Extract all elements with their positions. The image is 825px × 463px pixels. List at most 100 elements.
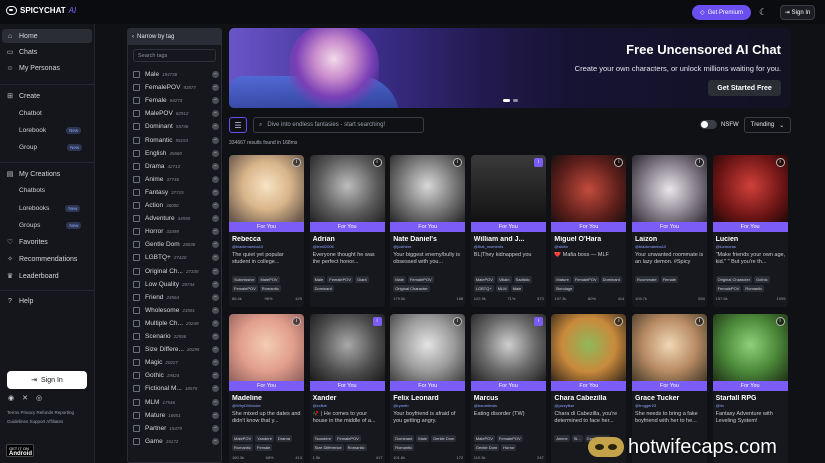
exclude-tag-icon[interactable]: −: [212, 385, 219, 393]
get-started-button[interactable]: Get Started Free: [708, 80, 781, 96]
tag-item[interactable]: Partner 15479 −: [133, 423, 219, 434]
card-tag[interactable]: FemalePOV: [572, 276, 599, 283]
exclude-tag-icon[interactable]: −: [212, 228, 219, 236]
tag-item[interactable]: Gentle Dom 28036 −: [133, 239, 219, 250]
creator-handle[interactable]: @justhere: [393, 244, 411, 249]
tag-item[interactable]: Adventure 34590 −: [133, 213, 219, 224]
tag-checkbox[interactable]: [133, 267, 140, 275]
info-icon[interactable]: i: [695, 158, 704, 167]
character-avatar[interactable]: [229, 155, 304, 232]
tag-checkbox[interactable]: [133, 215, 140, 223]
exclude-tag-icon[interactable]: −: [212, 202, 219, 209]
tag-item[interactable]: Fictional M... 18575 −: [133, 383, 219, 394]
exclude-tag-icon[interactable]: −: [212, 411, 219, 419]
carousel-dot[interactable]: [503, 99, 510, 102]
brand-logo[interactable]: SPICYCHAT AI: [6, 6, 76, 15]
info-icon[interactable]: i: [533, 317, 543, 326]
get-premium-button[interactable]: ◇ Get Premium: [692, 5, 751, 20]
card-tag[interactable]: MLM: [495, 285, 509, 292]
card-tag[interactable]: Romantic: [259, 285, 281, 292]
card-tag[interactable]: Romantic: [232, 444, 253, 451]
tag-item[interactable]: Mature 16651 −: [133, 410, 219, 421]
tag-item[interactable]: Size Differe... 20295 −: [133, 344, 219, 355]
tag-checkbox[interactable]: [133, 333, 140, 340]
creator-handle[interactable]: @lucmoras: [716, 244, 736, 249]
card-tag[interactable]: Gentle Dom: [430, 435, 457, 442]
card-tag[interactable]: FemalePOV: [715, 285, 742, 292]
creator-handle[interactable]: @blackmamba10: [635, 244, 666, 249]
character-card[interactable]: For You i Adrian @lemil2006 Everyone thought…: [309, 155, 385, 307]
exclude-tag-icon[interactable]: −: [212, 280, 219, 288]
sidebar-item-favorites[interactable]: ♡ Favorites: [6, 238, 90, 247]
card-tag[interactable]: Male: [312, 276, 326, 283]
tag-checkbox[interactable]: [133, 97, 140, 105]
nsfw-switch[interactable]: [700, 120, 717, 129]
exclude-tag-icon[interactable]: −: [212, 333, 219, 340]
card-tag[interactable]: Original Character: [715, 276, 753, 283]
tag-item[interactable]: Scenario 22556 −: [133, 331, 219, 342]
sort-select[interactable]: Trending ⌄: [744, 117, 791, 133]
tag-item[interactable]: Action 36000 −: [133, 200, 219, 211]
signin-sidebar-button[interactable]: ⇥ Sign In: [7, 371, 87, 389]
card-tag[interactable]: Size Difference: [312, 444, 344, 451]
carousel-dot[interactable]: [513, 99, 518, 102]
tag-checkbox[interactable]: [133, 411, 140, 419]
sidebar-item-leaderboard[interactable]: ♛ Leaderboard: [6, 272, 90, 281]
creator-handle[interactable]: @siidfo: [554, 244, 567, 249]
creator-handle[interactable]: @blackmamba10: [232, 244, 263, 249]
exclude-tag-icon[interactable]: −: [212, 136, 219, 144]
tag-item[interactable]: MalePOV 62912 −: [133, 108, 219, 119]
card-tag[interactable]: Tsundere: [312, 435, 334, 442]
info-icon[interactable]: i: [775, 158, 785, 167]
exclude-tag-icon[interactable]: −: [212, 188, 219, 196]
sidebar-item-help[interactable]: ? Help: [6, 298, 90, 305]
creator-handle[interactable]: @WhyDWonder: [232, 403, 261, 408]
tag-item[interactable]: Original Ch... 27335 −: [133, 266, 219, 277]
card-tag[interactable]: Anime: [554, 435, 570, 442]
nsfw-toggle[interactable]: NSFW: [700, 120, 739, 129]
info-icon[interactable]: i: [372, 317, 382, 326]
card-tag[interactable]: Submissive: [232, 276, 257, 283]
tag-item[interactable]: English 45660 −: [133, 148, 219, 159]
card-tag[interactable]: FemalePOV: [335, 435, 361, 442]
exclude-tag-icon[interactable]: −: [212, 215, 219, 223]
card-tag[interactable]: Drama: [275, 435, 292, 442]
exclude-tag-icon[interactable]: −: [212, 71, 219, 78]
card-tag[interactable]: Villain: [496, 276, 512, 283]
exclude-tag-icon[interactable]: −: [212, 97, 219, 105]
character-card[interactable]: For You i Laizon @blackmamba10 Your unwanted…: [632, 155, 707, 307]
character-card[interactable]: For You i Rebecca @blackmamba10 The quiet ye…: [229, 155, 304, 307]
card-tag[interactable]: Gentle Dom: [473, 444, 500, 451]
character-avatar[interactable]: [632, 155, 707, 232]
tag-checkbox[interactable]: [133, 228, 140, 236]
tag-search-input[interactable]: Search tags: [133, 49, 216, 62]
tag-item[interactable]: Gothic 19424 −: [133, 370, 219, 381]
tag-item[interactable]: Dominant 55746 −: [133, 121, 219, 132]
tag-checkbox[interactable]: [133, 71, 140, 78]
character-avatar[interactable]: [551, 314, 627, 391]
exclude-tag-icon[interactable]: −: [212, 267, 219, 275]
tag-checkbox[interactable]: [133, 280, 140, 288]
tag-item[interactable]: Horror 33499 −: [133, 226, 219, 237]
card-tag[interactable]: Male: [510, 285, 524, 292]
signin-top-button[interactable]: ⇥ Sign In: [780, 5, 815, 20]
exclude-tag-icon[interactable]: −: [212, 241, 219, 249]
info-icon[interactable]: i: [695, 317, 704, 326]
exclude-tag-icon[interactable]: −: [212, 254, 219, 262]
sidebar-item-groups[interactable]: Groups New: [19, 222, 82, 229]
sidebar-item-chatbot[interactable]: Chatbot: [19, 110, 42, 117]
exclude-tag-icon[interactable]: −: [212, 319, 219, 327]
creator-handle[interactable]: @rtv: [716, 403, 725, 408]
exclude-tag-icon[interactable]: −: [212, 437, 219, 445]
card-tag[interactable]: FemalePOV: [232, 285, 258, 292]
character-card[interactable]: For You i Miguel O'Hara @siidfo ❤️ Mafia bos…: [551, 155, 627, 307]
hero-banner[interactable]: Free Uncensored AI Chat Create your own …: [229, 28, 791, 108]
exclude-tag-icon[interactable]: −: [212, 424, 219, 432]
discord-icon[interactable]: ◉: [8, 394, 14, 402]
tag-item[interactable]: LGBTQ+ 27420 −: [133, 252, 219, 263]
tag-checkbox[interactable]: [133, 319, 140, 327]
character-card[interactable]: For You i Xander @xxBat 🥀 | He comes to your…: [309, 314, 385, 463]
sidebar-item-chats[interactable]: ▭ Chats: [6, 48, 90, 57]
android-store-badge[interactable]: GET IT ON Android: [6, 444, 34, 457]
tag-item[interactable]: Multiple Ch... 23249 −: [133, 318, 219, 329]
